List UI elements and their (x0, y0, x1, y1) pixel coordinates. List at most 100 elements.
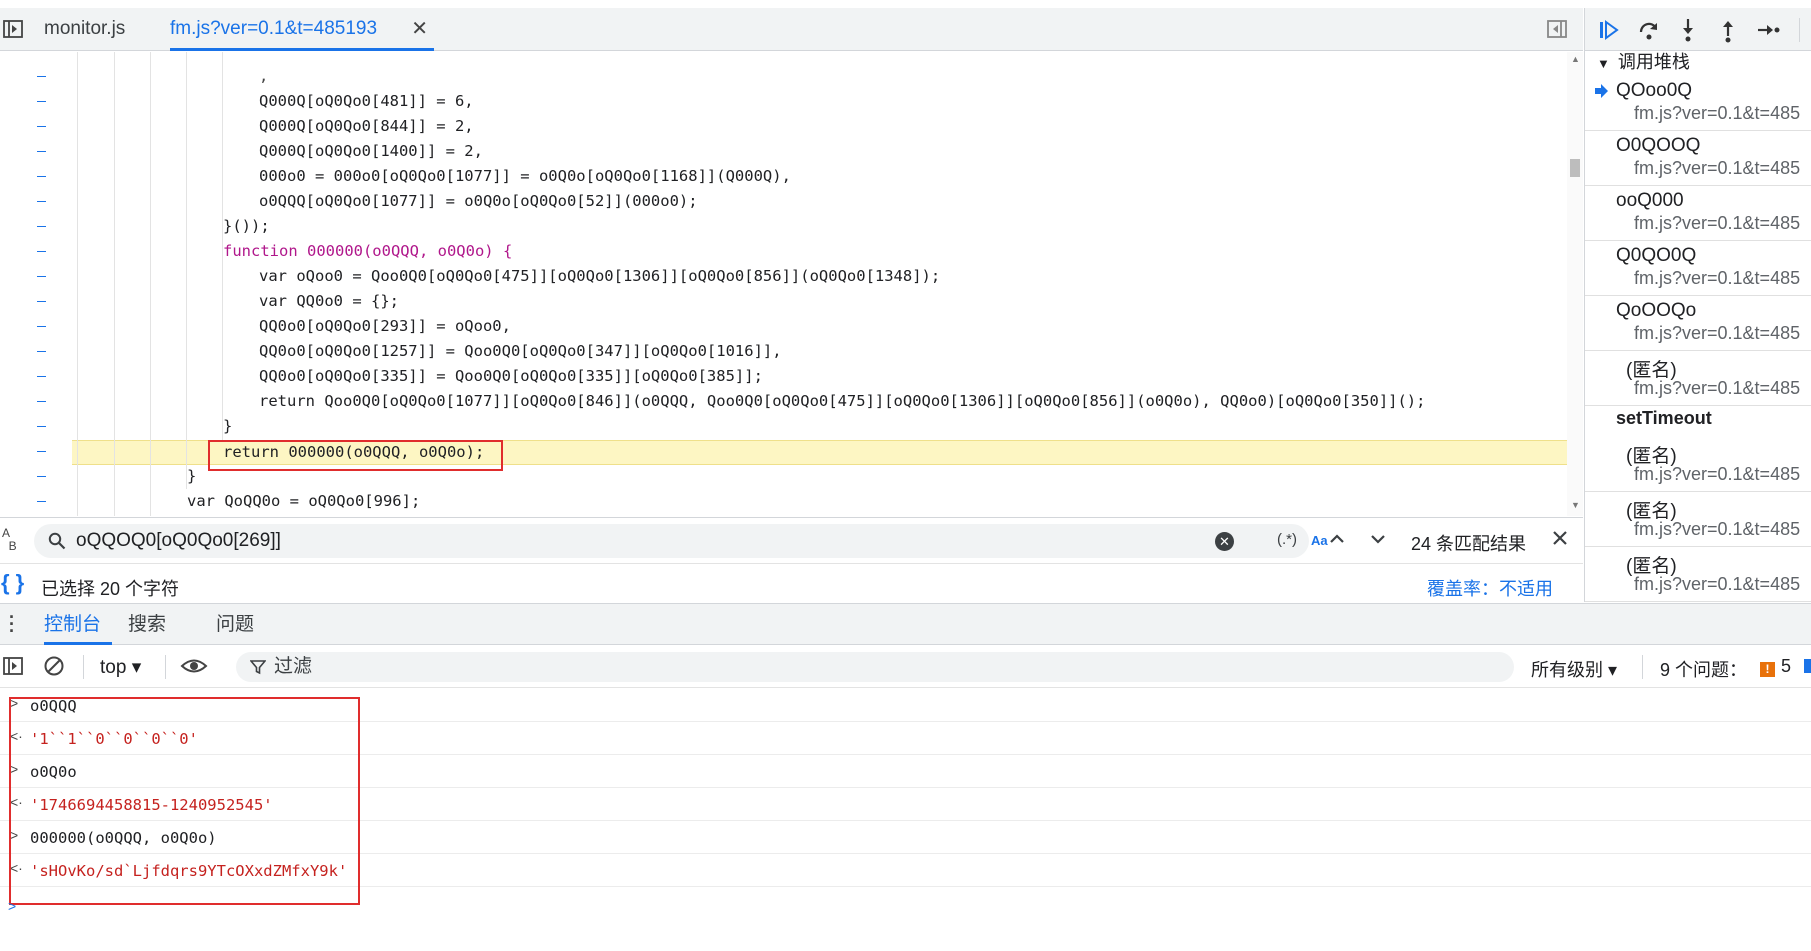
gutter-marker[interactable] (37, 376, 46, 377)
frame-location[interactable]: fm.js?ver=0.1&t=485 (1634, 323, 1800, 344)
filter-input[interactable] (274, 654, 1374, 680)
issues-label[interactable]: 9 个问题： (1660, 656, 1747, 682)
console-toolbar: top ▾ 所有级别 ▾ 9 个问题： !5 (0, 645, 1811, 688)
gutter-marker[interactable] (37, 226, 46, 227)
indent-guide (77, 52, 78, 516)
call-frame[interactable]: Q0QO0Q fm.js?ver=0.1&t=485 (1585, 241, 1811, 296)
pretty-print-icon[interactable]: { } (1, 570, 24, 596)
code-line: QQ0o0[oQ0Qo0[1257]] = Qoo0Q0[oQ0Qo0[347]… (259, 342, 782, 360)
step-into-icon[interactable] (1675, 17, 1701, 43)
frame-function: ooQ000 (1616, 190, 1684, 211)
editor-scrollbar[interactable]: ▲ ▼ (1567, 52, 1583, 516)
next-match-icon[interactable] (1367, 528, 1389, 550)
step-over-icon[interactable] (1636, 17, 1662, 43)
close-find-icon[interactable] (1549, 527, 1571, 549)
coverage-link[interactable]: 覆盖率：不适用 (1427, 575, 1553, 601)
call-frame[interactable]: QoOOQo fm.js?ver=0.1&t=485 (1585, 296, 1811, 351)
gutter-marker[interactable] (37, 401, 46, 402)
code-line: }()); (223, 217, 270, 235)
step-out-icon[interactable] (1715, 17, 1741, 43)
gutter-marker[interactable] (37, 326, 46, 327)
call-frame[interactable]: (匿名) fm.js?ver=0.1&t=485 (1585, 351, 1811, 406)
call-frame[interactable]: O0QOOQ fm.js?ver=0.1&t=485 (1585, 131, 1811, 186)
tab-label: fm.js?ver=0.1&t=485193 (170, 18, 378, 39)
gutter-marker[interactable] (37, 251, 46, 252)
tab-label: monitor.js (44, 18, 126, 39)
log-levels-dropdown[interactable]: 所有级别 ▾ (1531, 656, 1617, 682)
gutter-marker[interactable] (37, 126, 46, 127)
previous-match-icon[interactable] (1326, 528, 1348, 550)
navigator-toggle-icon[interactable] (2, 18, 24, 40)
console-prompt[interactable]: > (8, 898, 16, 914)
call-frame[interactable]: (匿名) fm.js?ver=0.1&t=485 (1585, 547, 1811, 602)
gutter-marker[interactable] (37, 426, 46, 427)
tab-search[interactable]: 搜索 (128, 604, 166, 645)
gutter-marker[interactable] (37, 501, 46, 502)
expand-triangle-icon: ▼ (1597, 56, 1610, 71)
call-stack-pane: ▼ 调用堆栈 QOoo0Q fm.js?ver=0.1&t=485 O0QOOQ … (1584, 51, 1811, 602)
call-frame[interactable]: QOoo0Q fm.js?ver=0.1&t=485 (1585, 76, 1811, 131)
replace-toggle-icon[interactable]: A B (2, 527, 17, 553)
context-selector[interactable]: top ▾ (100, 656, 141, 679)
frame-function: QOoo0Q (1616, 80, 1693, 101)
info-flag-icon[interactable] (1804, 659, 1811, 673)
editor-tab-bar: monitor.js fm.js?ver=0.1&t=485193 ✕ (0, 8, 1583, 51)
gutter-marker[interactable] (37, 451, 46, 452)
clear-console-icon[interactable] (43, 655, 65, 677)
frame-location[interactable]: fm.js?ver=0.1&t=485 (1634, 213, 1800, 234)
call-frame[interactable]: (匿名) fm.js?ver=0.1&t=485 (1585, 492, 1811, 547)
regex-toggle-button[interactable]: (.*) (1277, 531, 1297, 548)
code-line: var QoQQ0o = oQ0Qo0[996]; (187, 492, 421, 510)
tab-issues[interactable]: 问题 (216, 604, 254, 645)
gutter-marker[interactable] (37, 351, 46, 352)
clear-search-icon[interactable]: ✕ (1215, 532, 1234, 551)
gutter-marker[interactable] (37, 276, 46, 277)
drawer-tab-bar: · · · 控制台 搜索 问题 (0, 603, 1811, 645)
frame-location[interactable]: fm.js?ver=0.1&t=485 (1634, 378, 1800, 399)
gutter-marker[interactable] (37, 476, 46, 477)
call-frame[interactable]: (匿名) fm.js?ver=0.1&t=485 (1585, 437, 1811, 492)
debugger-sidebar-toggle-icon[interactable] (1546, 18, 1568, 40)
gutter-marker[interactable] (37, 151, 46, 152)
call-frame[interactable]: ooQ000 fm.js?ver=0.1&t=485 (1585, 186, 1811, 241)
code-line: QQ0o0[oQ0Qo0[335]] = Qoo0Q0[oQ0Qo0[335]]… (259, 367, 763, 385)
frame-location[interactable]: fm.js?ver=0.1&t=485 (1634, 574, 1800, 595)
close-tab-icon[interactable]: ✕ (411, 8, 428, 50)
tab-monitor-js[interactable]: monitor.js (44, 8, 125, 51)
frame-function: QoOOQo (1616, 300, 1697, 321)
code-line: Q000Q[oQ0Qo0[1400]] = 2, (259, 142, 483, 160)
gutter-marker[interactable] (37, 301, 46, 302)
code-line: Q000Q[oQ0Qo0[481]] = 6, (259, 92, 474, 110)
scrollbar-thumb[interactable] (1570, 159, 1580, 177)
scroll-down-icon[interactable]: ▼ (1571, 500, 1580, 510)
code-line: var oQoo0 = Qoo0Q0[oQ0Qo0[475]][oQ0Qo0[1… (259, 267, 941, 285)
gutter-marker[interactable] (37, 101, 46, 102)
gutter-marker[interactable] (37, 201, 46, 202)
frame-location[interactable]: fm.js?ver=0.1&t=485 (1634, 519, 1800, 540)
call-stack-header[interactable]: ▼ 调用堆栈 (1585, 51, 1811, 73)
gutter-marker[interactable] (37, 176, 46, 177)
toolbar-divider (165, 655, 166, 679)
frame-location[interactable]: fm.js?ver=0.1&t=485 (1634, 268, 1800, 289)
frame-function: O0QOOQ (1616, 135, 1701, 156)
gutter-marker[interactable] (37, 76, 46, 77)
console-sidebar-icon[interactable] (2, 655, 24, 677)
indent-guide (114, 52, 115, 516)
find-input[interactable] (76, 527, 1226, 555)
live-expression-eye-icon[interactable] (180, 655, 208, 677)
code-line: Q000Q[oQ0Qo0[844]] = 2, (259, 117, 474, 135)
resume-icon[interactable] (1595, 17, 1621, 43)
issues-warning-badge[interactable]: ! 5 (1760, 656, 1791, 677)
frame-location[interactable]: fm.js?ver=0.1&t=485 (1634, 158, 1800, 179)
code-line-function-decl: function 000000(o0QQQ, o0Q0o) { (223, 242, 513, 260)
more-options-icon[interactable]: · · · (9, 608, 15, 640)
filter-icon (250, 660, 266, 675)
tab-fm-js[interactable]: fm.js?ver=0.1&t=485193 ✕ (170, 8, 434, 51)
frame-location[interactable]: fm.js?ver=0.1&t=485 (1634, 464, 1800, 485)
code-line: } (187, 467, 197, 485)
frame-location[interactable]: fm.js?ver=0.1&t=485 (1634, 103, 1800, 124)
tab-console[interactable]: 控制台 (44, 604, 112, 645)
scroll-up-icon[interactable]: ▲ (1571, 54, 1580, 64)
step-icon[interactable] (1755, 17, 1781, 43)
match-count: 24 条匹配结果 (1411, 534, 1527, 554)
